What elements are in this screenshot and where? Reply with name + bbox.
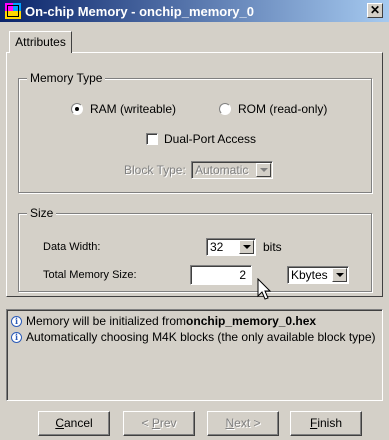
tab-attributes-label: Attributes bbox=[15, 35, 66, 49]
tab-attributes[interactable]: Attributes bbox=[9, 31, 72, 53]
size-legend: Size bbox=[27, 206, 57, 220]
close-icon: ✕ bbox=[369, 3, 381, 17]
size-unit-value: Kbytes bbox=[291, 268, 328, 282]
message-panel: i Memory will be initialized from onchip… bbox=[6, 309, 383, 401]
total-size-input[interactable]: 2 bbox=[190, 265, 252, 285]
next-button: Next > bbox=[207, 411, 279, 436]
chevron-down-icon[interactable] bbox=[239, 240, 254, 254]
rom-radio[interactable] bbox=[219, 103, 231, 115]
cancel-label: ancel bbox=[63, 416, 93, 430]
block-type-value: Automatic bbox=[195, 163, 249, 177]
size-group: Size Data Width: 32 bits Total Memory Si… bbox=[18, 206, 372, 292]
mouse-cursor-icon bbox=[257, 278, 272, 300]
prev-button: < Prev bbox=[123, 411, 195, 436]
prev-mnemonic: P bbox=[151, 416, 160, 430]
title-bar[interactable]: On-chip Memory - onchip_memory_0 ✕ bbox=[0, 0, 389, 22]
ram-radio-label[interactable]: RAM (writeable) bbox=[90, 102, 176, 116]
dual-port-label[interactable]: Dual-Port Access bbox=[164, 132, 256, 146]
next-mnemonic: N bbox=[225, 416, 235, 430]
close-button[interactable]: ✕ bbox=[367, 3, 383, 18]
dialog-window: On-chip Memory - onchip_memory_0 ✕ Attri… bbox=[0, 0, 389, 440]
size-unit-select[interactable]: Kbytes bbox=[287, 266, 349, 284]
chevron-down-icon bbox=[256, 163, 271, 177]
app-icon bbox=[5, 3, 21, 19]
memory-type-group: Memory Type RAM (writeable) ROM (read-on… bbox=[18, 71, 372, 193]
next-label: ext > bbox=[234, 416, 261, 430]
info-icon: i bbox=[11, 331, 22, 343]
window-title: On-chip Memory - onchip_memory_0 bbox=[25, 3, 254, 19]
data-width-select[interactable]: 32 bbox=[206, 238, 256, 256]
message-filename: onchip_memory_0.hex bbox=[186, 314, 317, 328]
rom-radio-label[interactable]: ROM (read-only) bbox=[238, 102, 327, 116]
finish-label: inish bbox=[317, 416, 343, 430]
block-type-label: Block Type: bbox=[124, 163, 186, 177]
message-row: i Memory will be initialized from onchip… bbox=[11, 314, 316, 328]
message-text: Memory will be initialized from bbox=[26, 314, 187, 328]
finish-button[interactable]: Finish bbox=[290, 411, 362, 436]
cancel-mnemonic: C bbox=[55, 416, 64, 430]
message-text: Automatically choosing M4K blocks (the o… bbox=[26, 330, 376, 344]
prev-label: rev bbox=[159, 416, 177, 430]
total-size-label: Total Memory Size: bbox=[43, 269, 137, 281]
info-icon: i bbox=[11, 315, 22, 327]
total-size-value: 2 bbox=[239, 268, 246, 282]
prev-arrow: < bbox=[141, 416, 152, 430]
ram-radio[interactable] bbox=[71, 103, 83, 115]
cancel-button[interactable]: Cancel bbox=[38, 411, 110, 436]
block-type-select: Automatic bbox=[191, 161, 273, 179]
data-width-value: 32 bbox=[210, 240, 224, 254]
message-row: i Automatically choosing M4K blocks (the… bbox=[11, 330, 376, 344]
data-width-label: Data Width: bbox=[43, 241, 101, 253]
chevron-down-icon[interactable] bbox=[332, 268, 347, 282]
data-width-unit: bits bbox=[263, 240, 282, 254]
memory-type-legend: Memory Type bbox=[27, 71, 106, 85]
attributes-panel: Memory Type RAM (writeable) ROM (read-on… bbox=[6, 52, 383, 297]
dual-port-checkbox[interactable] bbox=[146, 133, 158, 145]
